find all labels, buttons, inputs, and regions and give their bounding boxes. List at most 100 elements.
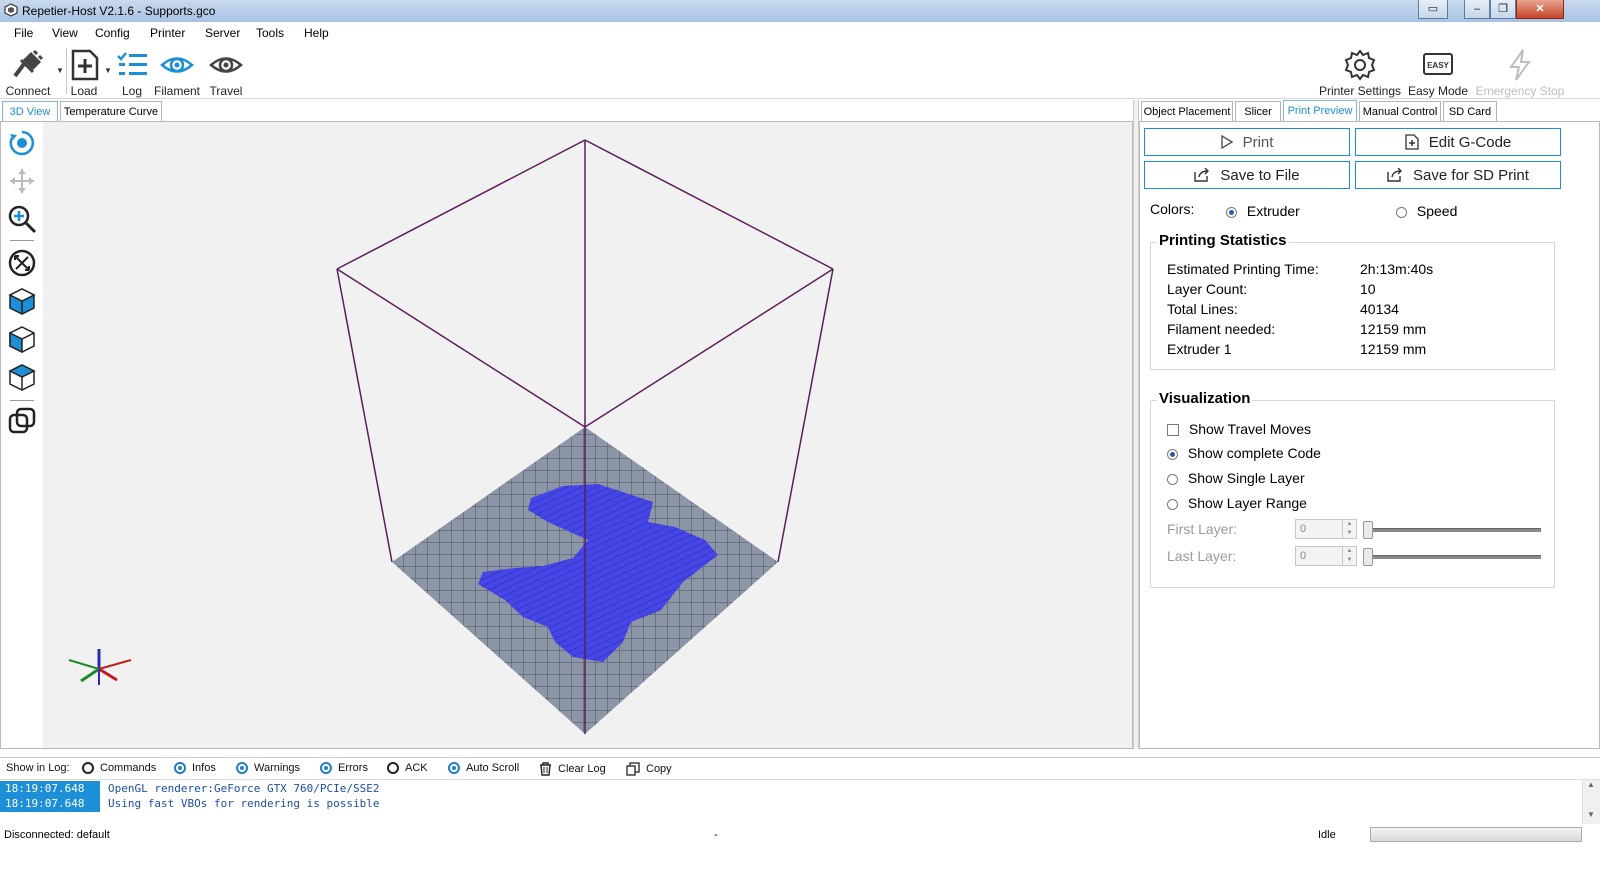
scroll-down-icon[interactable]: ▼ <box>1587 810 1595 819</box>
log-scrollbar[interactable]: ▲ ▼ <box>1582 780 1600 824</box>
tab-3d-view[interactable]: 3D View <box>2 101 58 121</box>
spinner-arrows-icon[interactable]: ▲ ▼ <box>1342 547 1356 565</box>
move-icon[interactable] <box>7 166 37 196</box>
extruder-color-option[interactable]: Extruder <box>1226 203 1300 219</box>
save-to-file-label: Save to File <box>1220 166 1300 184</box>
menu-config[interactable]: Config <box>95 26 130 40</box>
save-to-file-button[interactable]: Save to File <box>1144 161 1350 189</box>
minimize-button[interactable]: – <box>1464 0 1490 19</box>
fit-view-icon[interactable] <box>7 248 37 278</box>
infos-radio[interactable] <box>174 762 186 774</box>
last-layer-slider-track[interactable] <box>1365 555 1541 559</box>
title-bar[interactable]: Repetier-Host V2.1.6 - Supports.gco ▭ – … <box>0 0 1600 23</box>
log-option-warnings[interactable]: Warnings <box>236 762 300 774</box>
show-layer-range-option[interactable]: Show Layer Range <box>1167 495 1307 511</box>
auto-scroll-radio[interactable] <box>448 762 460 774</box>
close-button[interactable]: ✕ <box>1516 0 1564 19</box>
easy-mode-label: Easy Mode <box>1407 84 1469 98</box>
travel-button[interactable]: Travel <box>204 48 248 98</box>
window-title: Repetier-Host V2.1.6 - Supports.gco <box>22 4 216 18</box>
build-volume-frame <box>336 139 834 734</box>
last-layer-slider-thumb[interactable] <box>1363 548 1373 566</box>
tab-manual-control[interactable]: Manual Control <box>1359 101 1441 121</box>
cube-side-icon[interactable] <box>7 324 37 354</box>
copy-log-button[interactable]: Copy <box>626 762 672 776</box>
speed-color-option[interactable]: Speed <box>1396 203 1457 219</box>
stat-label: Estimated Printing Time: <box>1167 261 1319 277</box>
first-layer-spinner[interactable]: 0 ▲ ▼ <box>1295 519 1357 539</box>
menu-printer[interactable]: Printer <box>150 26 185 40</box>
filament-button[interactable]: Filament <box>152 48 202 98</box>
log-options-bar: Show in Log: Commands Infos Warnings Err… <box>0 757 1600 780</box>
rotate-icon[interactable] <box>7 128 37 158</box>
3d-viewport[interactable] <box>43 122 1132 748</box>
connect-button[interactable]: Connect <box>4 48 52 98</box>
first-layer-value: 0 <box>1300 523 1307 535</box>
show-complete-code-option[interactable]: Show complete Code <box>1167 445 1321 461</box>
scroll-up-icon[interactable]: ▲ <box>1587 780 1595 789</box>
menu-help[interactable]: Help <box>304 26 329 40</box>
cube-top-icon[interactable] <box>7 362 37 392</box>
show-range-radio[interactable] <box>1167 498 1178 510</box>
log-option-auto-scroll[interactable]: Auto Scroll <box>448 762 519 774</box>
warnings-radio[interactable] <box>236 762 248 774</box>
load-dropdown-icon[interactable]: ▼ <box>104 66 112 75</box>
commands-radio[interactable] <box>82 762 94 774</box>
parallel-projection-icon[interactable] <box>7 406 37 436</box>
tab-slicer[interactable]: Slicer <box>1235 101 1281 121</box>
clear-log-button[interactable]: Clear Log <box>539 762 606 776</box>
easy-mode-button[interactable]: EASY Easy Mode <box>1406 48 1470 98</box>
load-button[interactable]: Load <box>68 48 100 98</box>
speed-radio[interactable] <box>1396 206 1407 218</box>
last-layer-spinner[interactable]: 0 ▲ ▼ <box>1295 546 1357 566</box>
clear-log-label: Clear Log <box>558 763 606 775</box>
emergency-stop-button[interactable]: Emergency Stop <box>1474 48 1566 98</box>
show-single-layer-option[interactable]: Show Single Layer <box>1167 470 1305 486</box>
first-layer-slider-track[interactable] <box>1365 528 1541 532</box>
spinner-arrows-icon[interactable]: ▲ ▼ <box>1342 520 1356 538</box>
extruder-radio[interactable] <box>1226 206 1237 218</box>
first-layer-slider-thumb[interactable] <box>1363 521 1373 539</box>
log-output[interactable]: 18:19:07.648 OpenGL renderer:GeForce GTX… <box>0 779 1600 825</box>
export-icon <box>1387 168 1403 182</box>
axis-gizmo <box>68 649 132 685</box>
print-button[interactable]: Print <box>1144 128 1350 156</box>
zoom-icon[interactable] <box>7 204 37 234</box>
connect-dropdown-icon[interactable]: ▼ <box>56 66 64 75</box>
menu-tools[interactable]: Tools <box>256 26 284 40</box>
show-travel-moves-option[interactable]: Show Travel Moves <box>1167 421 1311 437</box>
tools-separator <box>10 400 34 401</box>
log-option-ack[interactable]: ACK <box>387 762 428 774</box>
show-travel-label: Show Travel Moves <box>1188 421 1312 437</box>
restore-icon[interactable]: ▭ <box>1418 0 1448 19</box>
menu-file[interactable]: File <box>14 26 33 40</box>
edit-gcode-button[interactable]: Edit G-Code <box>1355 128 1561 156</box>
log-option-errors[interactable]: Errors <box>320 762 368 774</box>
tab-temperature-curve[interactable]: Temperature Curve <box>60 101 162 121</box>
ack-radio[interactable] <box>387 762 399 774</box>
stat-value: 12159 mm <box>1360 341 1427 357</box>
show-complete-radio[interactable] <box>1167 448 1178 460</box>
tab-sd-card[interactable]: SD Card <box>1443 101 1497 121</box>
cube-front-icon[interactable] <box>7 286 37 316</box>
log-option-commands[interactable]: Commands <box>82 762 156 774</box>
tab-object-placement[interactable]: Object Placement <box>1141 101 1233 121</box>
tab-print-preview[interactable]: Print Preview <box>1283 100 1357 121</box>
first-layer-label: First Layer: <box>1167 521 1238 537</box>
save-for-sd-button[interactable]: Save for SD Print <box>1355 161 1561 189</box>
maximize-button[interactable]: ❐ <box>1490 0 1516 19</box>
tools-separator <box>10 240 34 241</box>
copy-label: Copy <box>646 763 672 775</box>
show-single-radio[interactable] <box>1167 473 1178 485</box>
log-timestamp: 18:19:07.648 <box>0 796 100 812</box>
log-button[interactable]: Log <box>114 48 150 98</box>
menu-view[interactable]: View <box>52 26 78 40</box>
load-label: Load <box>70 84 98 98</box>
errors-radio[interactable] <box>320 762 332 774</box>
menu-server[interactable]: Server <box>205 26 240 40</box>
printer-settings-button[interactable]: Printer Settings <box>1318 48 1402 98</box>
log-option-label: Infos <box>192 762 216 774</box>
log-option-infos[interactable]: Infos <box>174 762 216 774</box>
show-travel-checkbox[interactable] <box>1167 424 1179 437</box>
toolbar: Connect ▼ Load ▼ Log Filament Travel Pri… <box>0 44 1600 99</box>
